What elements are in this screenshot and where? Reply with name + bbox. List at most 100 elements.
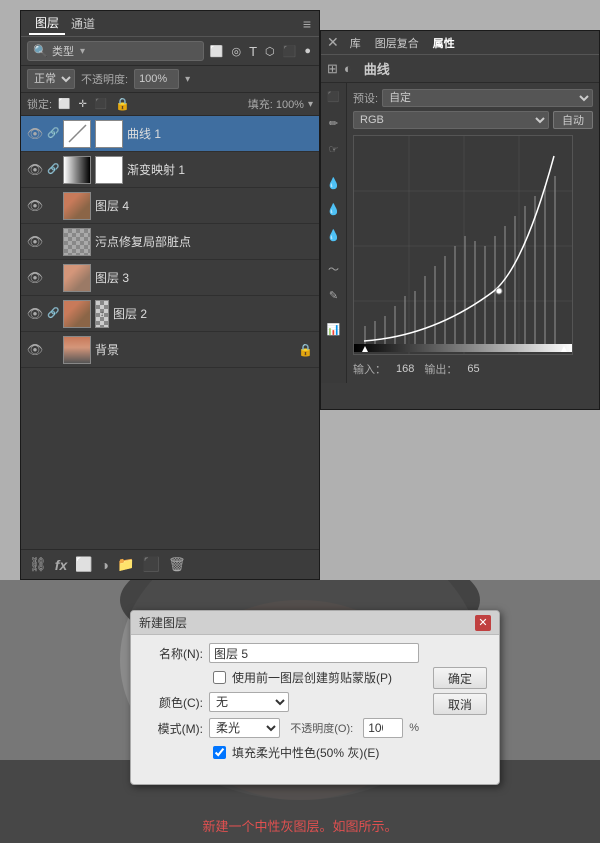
layer-item[interactable]: 👁 · 背景 🔒 (21, 332, 319, 368)
shape-icon[interactable]: ⬡ (263, 45, 277, 58)
eyedropper-light-icon[interactable]: 💧 (324, 225, 344, 245)
fx-icon[interactable]: fx (55, 557, 67, 573)
name-row: 名称(N): (143, 643, 419, 663)
bottom-section: 新建图层 ✕ 名称(N): 使用前一图层创建剪贴蒙版(P) 颜色(C): (0, 580, 600, 843)
adjustment-icon[interactable]: ◑ (101, 557, 109, 573)
visibility-icon[interactable]: 👁 (27, 198, 43, 214)
curves-tools: ⬛ ✏ ☞ 💧 💧 💧 〜 ✎ 📊 (321, 83, 347, 383)
curves-body: ⬛ ✏ ☞ 💧 💧 💧 〜 ✎ 📊 预设: 自定 RGB (321, 83, 599, 383)
lock-icon[interactable]: 🔒 (113, 97, 132, 111)
clip-to-below-checkbox[interactable] (213, 671, 226, 684)
curves-grid-icon[interactable]: ⊞ (327, 61, 338, 77)
pencil-tool-icon[interactable]: ✏ (324, 113, 344, 133)
fill-neutral-checkbox[interactable] (213, 746, 226, 759)
layer-item[interactable]: 👁 🔗 ↕ 图层 2 (21, 296, 319, 332)
blend-mode-select[interactable]: 正常 (27, 69, 75, 89)
auto-button[interactable]: 自动 (553, 111, 593, 129)
dialog-body: 名称(N): 使用前一图层创建剪贴蒙版(P) 颜色(C): 无 (131, 635, 499, 775)
point-tool-icon[interactable]: ⬛ (324, 87, 344, 107)
histogram-icon[interactable]: 📊 (324, 319, 344, 339)
finger-tool-icon[interactable]: ☞ (324, 139, 344, 159)
visibility-icon[interactable]: 👁 (27, 270, 43, 286)
visibility-icon[interactable]: 👁 (27, 342, 43, 358)
link-icon[interactable]: 🔗 (47, 308, 59, 319)
layer-thumbnail (63, 300, 91, 328)
panel-menu-icon[interactable]: ≡ (303, 16, 311, 32)
tab-composite[interactable]: 图层复合 (370, 34, 424, 52)
opacity-dialog-input[interactable] (363, 718, 403, 738)
eyedropper-mid-icon[interactable]: 💧 (324, 199, 344, 219)
tab-layers[interactable]: 图层 (29, 12, 65, 35)
lock-pixel-icon[interactable]: ⬜ (56, 99, 72, 110)
layer-name: 图层 2 (113, 305, 313, 322)
input-label: 输入： (353, 361, 386, 377)
input-output-row: 输入： 168 输出： 65 (353, 361, 593, 377)
fill-checkbox-row: 填充柔光中性色(50% 灰)(E) (213, 744, 419, 761)
cancel-button[interactable]: 取消 (433, 693, 487, 715)
name-input[interactable] (209, 643, 419, 663)
dropdown-arrow[interactable]: ▾ (80, 46, 85, 57)
layers-panel: 图层 通道 ≡ 🔍 类型 ▾ ⬜ ◎ T ⬡ ⬛ ● 正常 不透明度: 100%… (20, 10, 320, 580)
layer-name: 污点修复局部脏点 (95, 233, 313, 250)
search-icon: 🔍 (33, 44, 48, 58)
checkbox-row: 使用前一图层创建剪贴蒙版(P) (213, 669, 419, 686)
layer-item[interactable]: 👁 · 图层 4 (21, 188, 319, 224)
layer-item[interactable]: 👁 🔗 渐变映射 1 (21, 152, 319, 188)
add-mask-icon[interactable]: ⬜ (75, 556, 92, 573)
opacity-value[interactable]: 100% (134, 69, 179, 89)
eyedropper-dark-icon[interactable]: 💧 (324, 173, 344, 193)
dialog-close-icon[interactable]: ✕ (475, 615, 491, 631)
layer-thumbnail (63, 264, 91, 292)
opacity-label: 不透明度: (81, 71, 128, 87)
visibility-icon[interactable]: 👁 (27, 162, 43, 178)
tab-properties[interactable]: 属性 (428, 34, 460, 52)
fill-arrow[interactable]: ▾ (308, 99, 313, 110)
layer-mask-thumbnail (95, 156, 123, 184)
pencil2-icon[interactable]: ✎ (324, 285, 344, 305)
type-label: 类型 (52, 43, 74, 59)
layer-item[interactable]: 👁 · 图层 3 (21, 260, 319, 296)
link-icon[interactable]: 🔗 (47, 164, 59, 175)
preset-select[interactable]: 自定 (382, 89, 593, 107)
layer-thumbnail (63, 156, 91, 184)
pixel-icon[interactable]: ⬜ (208, 45, 226, 58)
mode-row: 模式(M): 柔光 不透明度(O): % (143, 718, 419, 738)
opacity-arrow[interactable]: ▾ (185, 74, 190, 85)
curve-line-icon[interactable]: 〜 (324, 259, 344, 279)
curves-panel: ✕ 库 图层复合 属性 ⊞ ◐ 曲线 ⬛ ✏ ☞ 💧 💧 💧 〜 ✎ 📊 (320, 30, 600, 410)
smart-icon[interactable]: ⬛ (281, 45, 299, 58)
group-icon[interactable]: 📁 (117, 556, 134, 573)
type-icon[interactable]: T (247, 44, 259, 59)
link-icon[interactable]: 🔗 (47, 128, 59, 139)
new-layer-icon[interactable]: ⬛ (143, 556, 160, 573)
ok-button[interactable]: 确定 (433, 667, 487, 689)
visibility-icon[interactable]: 👁 (27, 306, 43, 322)
color-row: 颜色(C): 无 (143, 692, 419, 712)
visibility-icon[interactable]: 👁 (27, 126, 43, 142)
link-layers-icon[interactable]: ⛓ (29, 556, 47, 573)
close-curves-icon[interactable]: ✕ (327, 34, 339, 51)
search-toolbar: 🔍 类型 ▾ ⬜ ◎ T ⬡ ⬛ ● (21, 37, 319, 66)
layer-item[interactable]: 👁 🔗 曲线 1 (21, 116, 319, 152)
lock-all-icon[interactable]: ⬛ (93, 99, 109, 110)
tab-channels[interactable]: 通道 (65, 13, 101, 34)
color-select[interactable]: 无 (209, 692, 289, 712)
visibility-icon[interactable]: 👁 (27, 234, 43, 250)
tab-library[interactable]: 库 (345, 34, 366, 52)
curves-graph[interactable] (353, 135, 573, 355)
channel-select[interactable]: RGB (353, 111, 549, 129)
mode-label: 模式(M): (143, 720, 203, 737)
target-icon[interactable]: ● (302, 45, 313, 57)
output-value: 65 (467, 363, 479, 375)
fill-label: 填充: 100% (248, 96, 304, 112)
layer-item[interactable]: 👁 · 污点修复局部脏点 (21, 224, 319, 260)
preset-row: 预设: 自定 (353, 89, 593, 107)
channel-row: RGB 自动 (353, 111, 593, 129)
curves-adjust-icon[interactable]: ◐ (344, 61, 352, 76)
layer-mask-thumb: ↕ (95, 300, 109, 328)
adjust-icon[interactable]: ◎ (229, 45, 243, 58)
delete-icon[interactable]: 🗑 (168, 556, 186, 573)
lock-move-icon[interactable]: ✛ (77, 99, 89, 110)
search-box[interactable]: 🔍 类型 ▾ (27, 41, 204, 61)
mode-select[interactable]: 柔光 (209, 718, 280, 738)
